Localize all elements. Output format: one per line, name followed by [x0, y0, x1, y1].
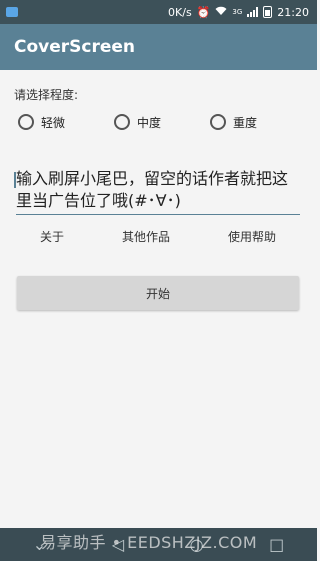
battery-icon: [263, 6, 273, 18]
text-cursor: [14, 172, 16, 188]
radio-label-severe: 重度: [233, 115, 258, 130]
signal-icon: [247, 7, 259, 17]
about-link[interactable]: 关于: [16, 228, 88, 248]
wifi-icon: [215, 6, 227, 19]
tail-text-value: 输入刷屏小尾巴，留空的话作者就把这里当广告位了哦(#･∀･): [16, 169, 289, 210]
degree-label: 请选择程度:: [14, 88, 79, 102]
links-row: 关于 其他作品 使用帮助: [16, 228, 300, 248]
radio-option-moderate[interactable]: 中度: [114, 112, 210, 132]
radio-circle-icon[interactable]: [210, 114, 226, 130]
recents-icon[interactable]: □: [269, 535, 284, 554]
navigation-bar: ⌄ ◁ ○ □: [0, 528, 317, 561]
clock: 21:20: [277, 5, 309, 19]
help-link[interactable]: 使用帮助: [204, 228, 300, 248]
app-bar: CoverScreen: [0, 24, 317, 70]
start-button[interactable]: 开始: [17, 276, 299, 310]
radio-label-moderate: 中度: [137, 115, 162, 130]
app-title: CoverScreen: [14, 37, 136, 57]
degree-radio-group: 轻微 中度 重度: [18, 112, 308, 132]
home-icon[interactable]: ○: [190, 535, 204, 554]
radio-option-severe[interactable]: 重度: [210, 112, 306, 132]
back-icon[interactable]: ◁: [112, 535, 124, 554]
radio-option-mild[interactable]: 轻微: [18, 112, 114, 132]
alarm-icon: ⏰: [196, 5, 211, 19]
other-works-link[interactable]: 其他作品: [98, 228, 194, 248]
notification-icon: [6, 7, 18, 17]
radio-circle-icon[interactable]: [18, 114, 34, 130]
net-speed: 0K/s: [168, 5, 192, 19]
chevron-down-icon[interactable]: ⌄: [33, 535, 46, 554]
network-type: 3G: [232, 8, 243, 16]
radio-label-mild: 轻微: [41, 115, 66, 130]
radio-circle-icon[interactable]: [114, 114, 130, 130]
status-bar: 0K/s ⏰ 3G 21:20: [0, 0, 317, 24]
tail-text-input[interactable]: 输入刷屏小尾巴，留空的话作者就把这里当广告位了哦(#･∀･): [14, 168, 300, 215]
